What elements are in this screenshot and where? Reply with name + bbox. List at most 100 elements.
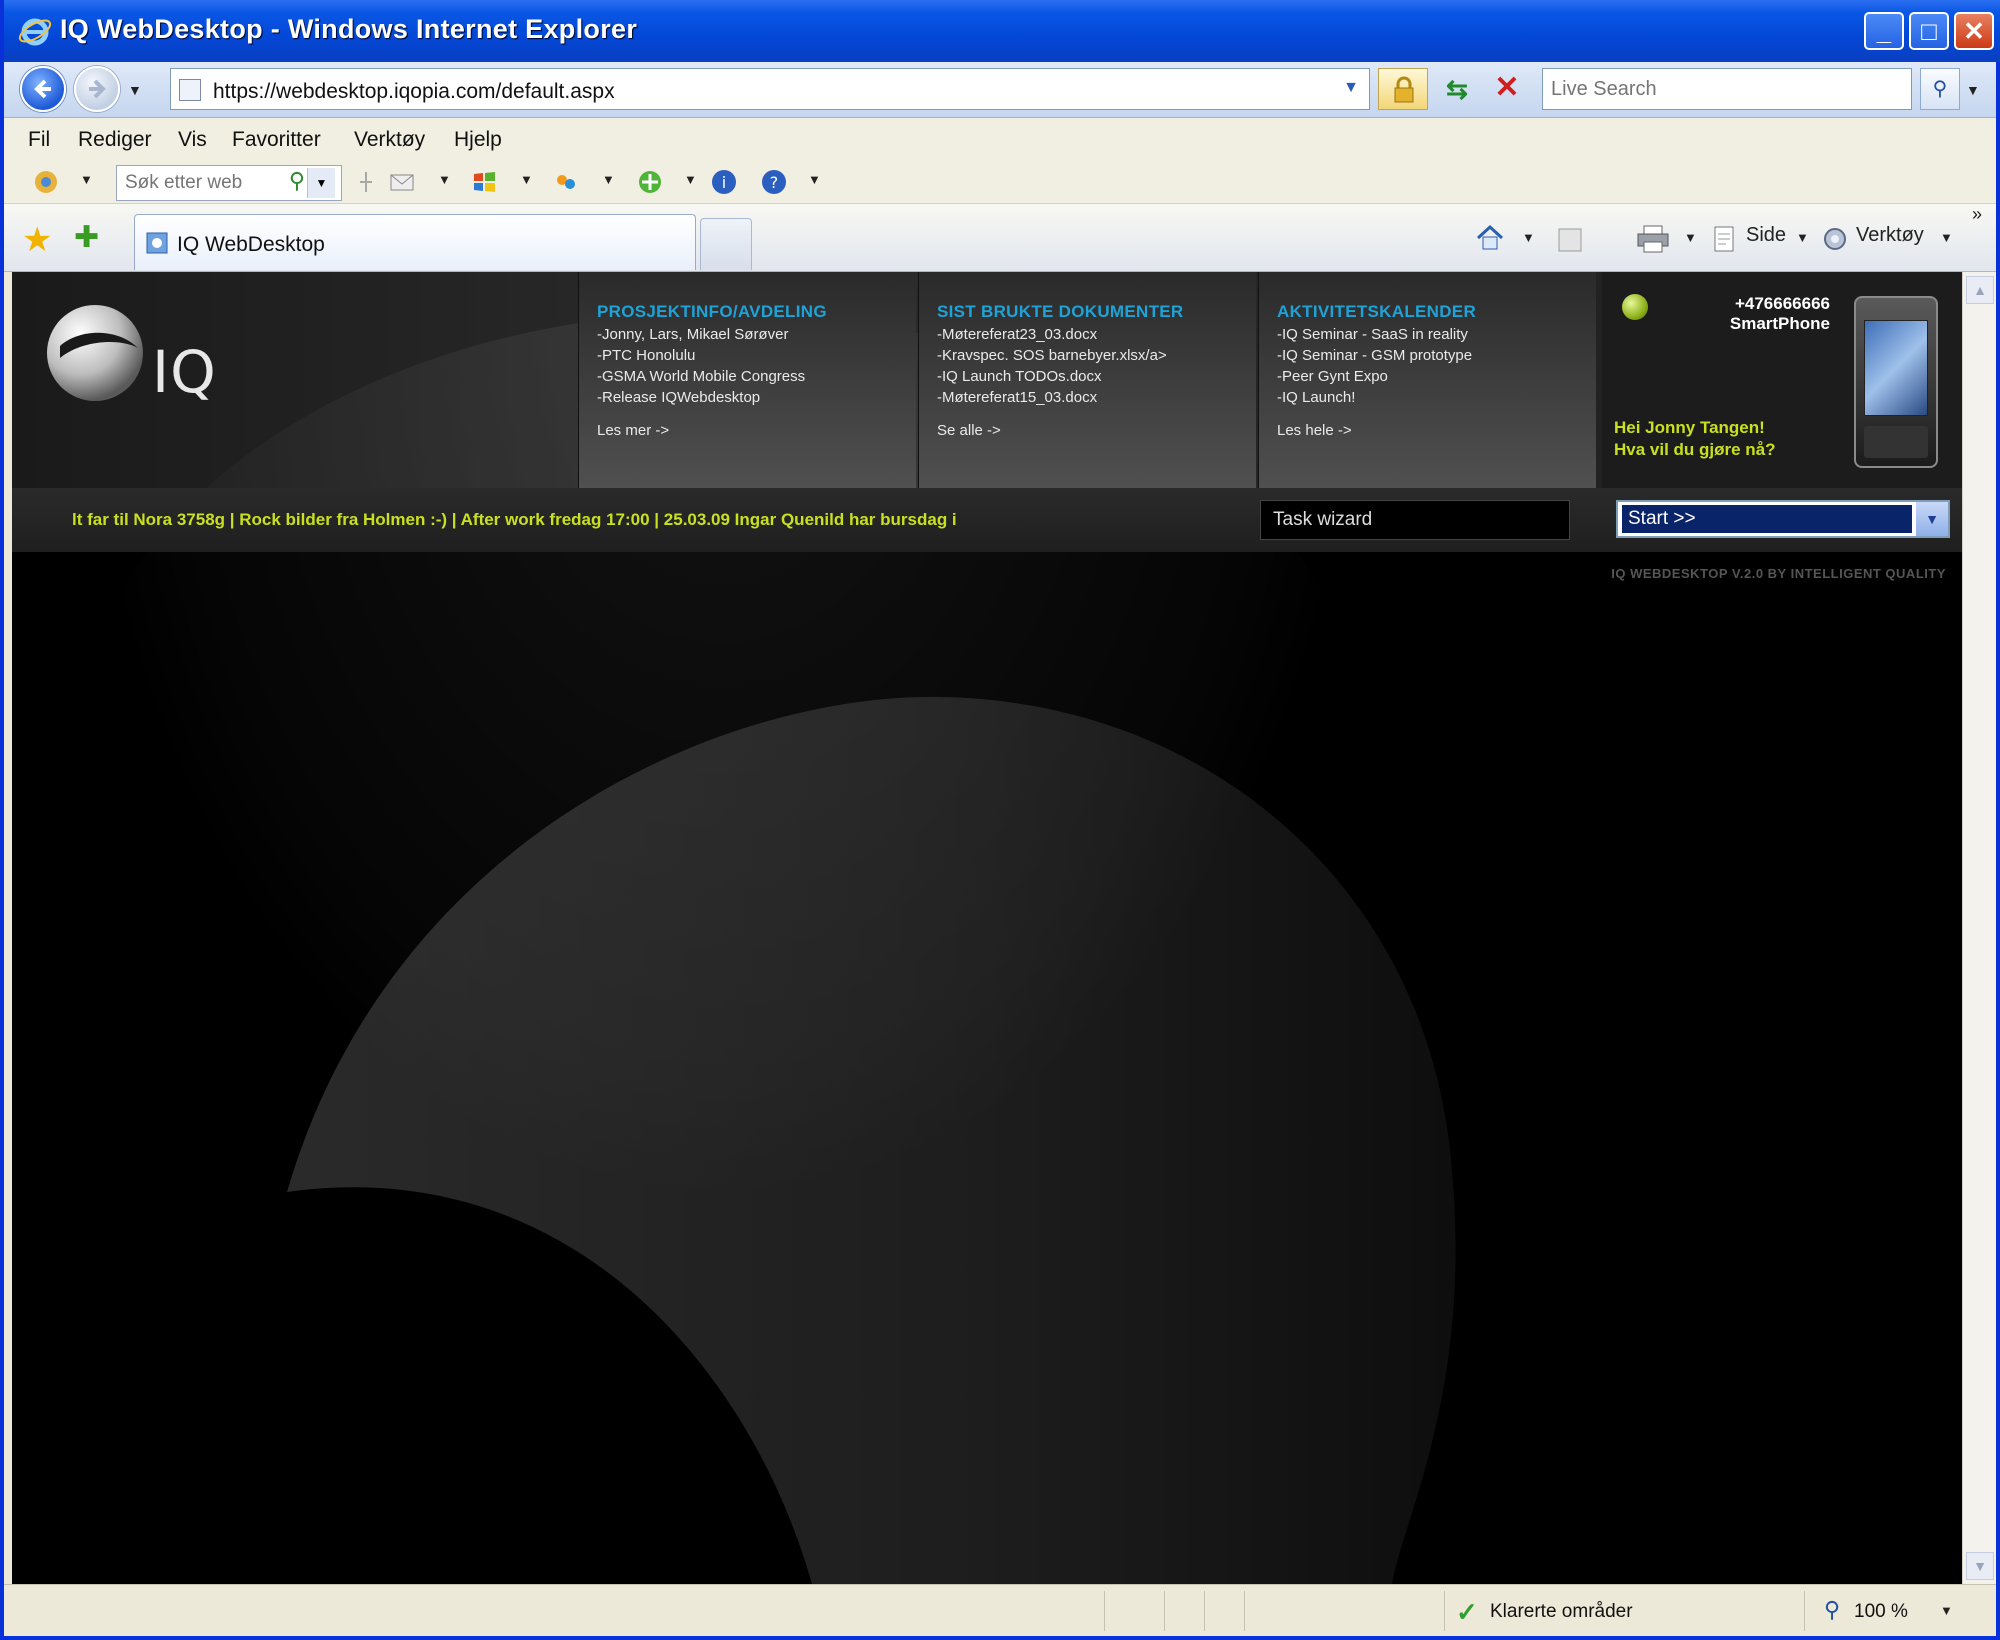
recent-documents-panel: SIST BRUKTE DOKUMENTER -Møtereferat23_03…	[918, 272, 1256, 488]
task-wizard-field[interactable]	[1260, 500, 1570, 540]
menu-help[interactable]: Hjelp	[454, 128, 502, 152]
page-icon	[179, 79, 201, 101]
start-select-dropdown-icon[interactable]: ▼	[1916, 502, 1948, 536]
feeds-icon[interactable]	[1556, 226, 1584, 254]
iq-logo-icon[interactable]	[40, 298, 150, 408]
start-select-value[interactable]: Start >>	[1622, 505, 1912, 533]
news-ticker[interactable]: lt far til Nora 3758g | Rock bilder fra …	[72, 510, 1222, 530]
scroll-down-icon[interactable]: ▼	[1966, 1552, 1994, 1580]
help-dropdown-icon[interactable]: ▼	[808, 172, 821, 187]
mail-dropdown-icon[interactable]: ▼	[438, 172, 451, 187]
trusted-zone-check-icon: ✓	[1456, 1597, 1478, 1627]
project-info-heading[interactable]: PROSJEKTINFO/AVDELING	[597, 302, 827, 322]
online-status-icon	[1622, 294, 1648, 320]
home-dropdown-icon[interactable]: ▼	[1522, 230, 1535, 245]
menu-tools[interactable]: Verktøy	[354, 128, 425, 152]
toolbar-search-input[interactable]	[117, 166, 257, 200]
calendar-item[interactable]: -IQ Seminar - SaaS in reality	[1277, 326, 1468, 343]
tools-menu[interactable]: Verktøy	[1856, 224, 1924, 247]
live-search-box[interactable]	[1542, 68, 1912, 110]
vertical-scrollbar[interactable]: ▲ ▼	[1962, 272, 1996, 1584]
recent-documents-see-all-link[interactable]: Se alle ->	[937, 422, 1001, 439]
menu-favorites[interactable]: Favoritter	[232, 128, 321, 152]
messenger-dropdown-icon[interactable]: ▼	[602, 172, 615, 187]
windows-dropdown-icon[interactable]: ▼	[520, 172, 533, 187]
recent-document-item[interactable]: -Kravspec. SOS barnebyer.xlsx/a>	[937, 347, 1167, 364]
zoom-dropdown-icon[interactable]: ▼	[1940, 1603, 1953, 1618]
close-button[interactable]: ✕	[1954, 12, 1994, 50]
window-title: IQ WebDesktop - Windows Internet Explore…	[60, 14, 638, 44]
toolbar-search-box[interactable]: ⚲ ▼	[116, 165, 342, 201]
project-info-more-link[interactable]: Les mer ->	[597, 422, 669, 439]
help-icon[interactable]: ?	[760, 168, 788, 196]
stop-icon[interactable]: ✕	[1486, 68, 1528, 110]
search-options-dropdown-icon[interactable]: ▼	[1966, 82, 1980, 98]
recent-document-item[interactable]: -Møtereferat15_03.docx	[937, 389, 1097, 406]
messenger-icon[interactable]	[552, 168, 580, 196]
activity-calendar-more-link[interactable]: Les hele ->	[1277, 422, 1352, 439]
menu-edit[interactable]: Rediger	[78, 128, 152, 152]
mail-icon[interactable]	[388, 168, 416, 196]
project-info-item[interactable]: -Release IQWebdesktop	[597, 389, 760, 406]
toolbar-logo-dropdown-icon[interactable]: ▼	[80, 172, 93, 187]
page-menu[interactable]: Side	[1746, 224, 1786, 247]
calendar-item[interactable]: -IQ Launch!	[1277, 389, 1355, 406]
menu-file[interactable]: Fil	[28, 128, 50, 152]
print-icon[interactable]	[1636, 224, 1670, 254]
address-field[interactable]: https://webdesktop.iqopia.com/default.as…	[170, 68, 1370, 110]
new-tab-button[interactable]	[700, 218, 752, 270]
security-lock-button[interactable]	[1378, 68, 1428, 110]
address-dropdown-icon[interactable]: ▼	[1343, 79, 1359, 97]
info-icon[interactable]: i	[710, 168, 738, 196]
toolbar-logo-icon[interactable]	[32, 168, 60, 196]
recent-document-item[interactable]: -Møtereferat23_03.docx	[937, 326, 1097, 343]
addon-green-icon[interactable]	[636, 168, 664, 196]
project-info-item[interactable]: -Jonny, Lars, Mikael Sørøver	[597, 326, 788, 343]
search-icon[interactable]: ⚲	[1920, 68, 1960, 110]
home-icon[interactable]	[1474, 222, 1506, 254]
project-info-item[interactable]: -GSMA World Mobile Congress	[597, 368, 805, 385]
toolbar-search-icon[interactable]: ⚲	[289, 168, 305, 194]
calendar-item[interactable]: -IQ Seminar - GSM prototype	[1277, 347, 1472, 364]
print-dropdown-icon[interactable]: ▼	[1684, 230, 1697, 245]
add-favorite-icon[interactable]: ✚	[74, 220, 99, 255]
back-arrow-icon	[34, 79, 51, 99]
toolbar-overflow-icon[interactable]: »	[1972, 204, 1982, 225]
maximize-button[interactable]: □	[1909, 12, 1949, 50]
favorites-star-icon[interactable]: ★	[22, 220, 52, 260]
start-select[interactable]: Start >> ▼	[1616, 500, 1950, 538]
windows-flag-icon[interactable]	[470, 168, 498, 196]
recent-documents-heading[interactable]: SIST BRUKTE DOKUMENTER	[937, 302, 1184, 322]
security-zone-label[interactable]: Klarerte områder	[1490, 1601, 1633, 1623]
calendar-item[interactable]: -Peer Gynt Expo	[1277, 368, 1388, 385]
minimize-icon: _	[1876, 16, 1892, 46]
activity-calendar-heading[interactable]: AKTIVITETSKALENDER	[1277, 302, 1476, 322]
project-info-item[interactable]: -PTC Honolulu	[597, 347, 695, 364]
tools-gear-icon[interactable]	[1820, 224, 1850, 254]
ie-icon	[18, 18, 52, 46]
search-toolbar: ▼ ⚲ ▼ ▼ ▼ ▼ ▼ i ? ▼	[4, 160, 1996, 204]
page-dropdown-icon[interactable]: ▼	[1796, 230, 1809, 245]
live-search-input[interactable]	[1543, 69, 1911, 109]
history-dropdown-icon[interactable]: ▼	[128, 82, 142, 98]
title-bar[interactable]: IQ WebDesktop - Windows Internet Explore…	[4, 0, 2000, 62]
task-wizard-input[interactable]	[1261, 501, 1569, 539]
forward-button[interactable]	[74, 66, 120, 112]
addon-dropdown-icon[interactable]: ▼	[684, 172, 697, 187]
minimize-button[interactable]: _	[1864, 12, 1904, 50]
tab-iq-webdesktop[interactable]: IQ WebDesktop	[134, 214, 696, 270]
scroll-up-icon[interactable]: ▲	[1966, 276, 1994, 304]
menu-view[interactable]: Vis	[178, 128, 207, 152]
page-icon[interactable]	[1710, 224, 1740, 254]
zoom-icon[interactable]: ⚲	[1824, 1597, 1840, 1623]
maximize-icon: □	[1921, 16, 1937, 46]
recent-document-item[interactable]: -IQ Launch TODOs.docx	[937, 368, 1102, 385]
refresh-icon[interactable]: ⇆	[1436, 68, 1478, 110]
zoom-level[interactable]: 100 %	[1854, 1601, 1908, 1623]
back-button[interactable]	[20, 66, 66, 112]
address-url[interactable]: https://webdesktop.iqopia.com/default.as…	[213, 80, 615, 104]
menu-bar: Fil Rediger Vis Favoritter Verktøy Hjelp	[4, 118, 1996, 160]
phone-number: +476666666	[1734, 294, 1830, 313]
toolbar-search-dropdown-icon[interactable]: ▼	[307, 168, 335, 198]
tools-dropdown-icon[interactable]: ▼	[1940, 230, 1953, 245]
